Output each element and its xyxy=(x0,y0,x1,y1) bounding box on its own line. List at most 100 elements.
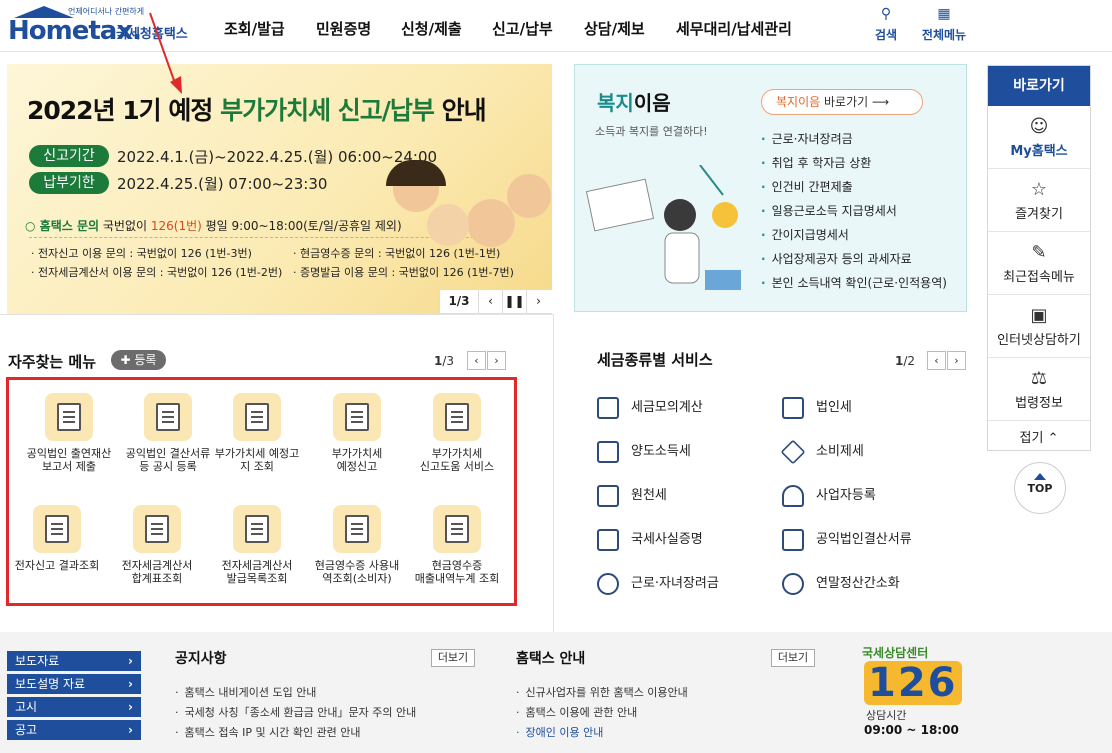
freq-item-einvoice-summary[interactable]: 전자세금계산서 합계표조회 xyxy=(107,505,207,585)
freq-next-button[interactable]: › xyxy=(487,351,506,370)
tax-corporate[interactable]: 법인세 xyxy=(782,396,852,419)
freq-item-receipt-consumer[interactable]: 현금영수증 사용내 역조회(소비자) xyxy=(307,505,407,585)
nav-apply[interactable]: 신청/제출 xyxy=(401,18,462,39)
user-icon: ☺ xyxy=(1029,116,1049,137)
gavel-icon: ⚖ xyxy=(1030,368,1048,389)
freq-item-line2: 지 조회 xyxy=(240,460,274,473)
contact-b: 평일 9:00~18:00(토/일/공휴일 제외) xyxy=(201,219,402,233)
freq-item-line1: 공익법인 결산서류 xyxy=(125,447,211,460)
tax-year-end[interactable]: 연말정산간소화 xyxy=(782,572,900,595)
footer-press-explain[interactable]: 보도설명 자료 xyxy=(7,674,141,694)
notice-item[interactable]: 홈택스 내비게이션 도입 안내 xyxy=(175,684,317,700)
quick-item-label: My홈택스 xyxy=(1010,144,1068,159)
freq-item-line2: 예정신고 xyxy=(336,460,378,473)
freq-prev-button[interactable]: ‹ xyxy=(467,351,486,370)
receipt-search-icon xyxy=(333,505,381,553)
nav-agent[interactable]: 세무대리/납세관리 xyxy=(676,18,792,39)
guide-more-button[interactable]: 더보기 xyxy=(771,649,815,667)
calculator-icon xyxy=(133,505,181,553)
welfare-item[interactable]: 간이지급명세서 xyxy=(761,223,947,247)
tax-withholding[interactable]: 원천세 xyxy=(597,484,667,507)
welfare-item[interactable]: 사업장제공자 등의 과세자료 xyxy=(761,247,947,271)
nav-counsel[interactable]: 상담/제보 xyxy=(584,18,645,39)
quick-favorites[interactable]: ☆ 즐겨찾기 xyxy=(988,169,1090,232)
period-text: 2022.4.1.(금)~2022.4.25.(월) 06:00~24:00 xyxy=(117,148,438,166)
freq-item-vat-notice[interactable]: 부가가치세 예정고 지 조회 xyxy=(207,393,307,473)
banner-line2-left: · 전자세금계산서 이용 문의 : 국번없이 126 (1번-2번) xyxy=(31,266,283,279)
main-banner[interactable]: 2022년 1기 예정 부가가치세 신고/납부 안내 신고기간 2022.4.1… xyxy=(7,64,552,314)
freq-item-public-report[interactable]: 공익법인 출연재산 보고서 제출 xyxy=(19,393,119,473)
notice-item[interactable]: 국세청 사칭「종소세 환급금 안내」문자 주의 안내 xyxy=(175,704,417,720)
quick-my-hometax[interactable]: ☺ My홈택스 xyxy=(988,106,1090,169)
guide-item[interactable]: 신규사업자를 위한 홈택스 이용안내 xyxy=(516,684,688,700)
tax-earned-income-credit[interactable]: 근로·자녀장려금 xyxy=(597,572,719,595)
freq-item-line2: 발급목록조회 xyxy=(226,572,288,585)
tax-service-title: 세금종류별 서비스 xyxy=(597,351,713,369)
tax-business-registration[interactable]: 사업자등록 xyxy=(782,484,876,507)
welfare-go-a: 복지이음 xyxy=(776,95,821,109)
welfare-illustration xyxy=(585,165,741,290)
nav-certificate[interactable]: 민원증명 xyxy=(316,18,371,39)
freq-item-receipt-sales[interactable]: 현금영수증 매출내역누계 조회 xyxy=(407,505,507,585)
welfare-item[interactable]: 근로·자녀장려금 xyxy=(761,127,947,151)
quick-menu: 바로가기 ☺ My홈택스 ☆ 즐겨찾기 ✎ 최근접속메뉴 ▣ 인터넷상담하기 ⚖ 법령정보… xyxy=(987,65,1091,451)
tax-transfer-income[interactable]: 양도소득세 xyxy=(597,440,691,463)
notice-title: 공지사항 xyxy=(175,651,227,667)
search-icon: ⚲ xyxy=(880,6,892,22)
freq-item-vat-filing[interactable]: 부가가치세 예정신고 xyxy=(307,393,407,473)
quick-fold-button[interactable]: 접기 ⌃ xyxy=(988,421,1090,446)
period-badge: 신고기간 xyxy=(29,145,109,167)
notice-item[interactable]: 홈택스 접속 IP 및 시간 확인 관련 안내 xyxy=(175,724,361,740)
banner-prev-button[interactable]: ‹ xyxy=(478,290,502,313)
all-menu-button[interactable]: ▦ 전체메뉴 xyxy=(918,6,970,43)
freq-item-line1: 부가가치세 예정고 xyxy=(214,447,300,460)
freq-item-efile-result[interactable]: 전자신고 결과조회 xyxy=(7,505,107,572)
quick-online-counsel[interactable]: ▣ 인터넷상담하기 xyxy=(988,295,1090,358)
freq-item-vat-help[interactable]: 부가가치세 신고도움 서비스 xyxy=(407,393,507,473)
guide-item[interactable]: 홈택스 이용에 관한 안내 xyxy=(516,704,638,720)
top-button[interactable]: TOP xyxy=(1014,462,1066,514)
welfare-item[interactable]: 본인 소득내역 확인(근로·인적용역) xyxy=(761,271,947,295)
footer-announce[interactable]: 공고 xyxy=(7,720,141,740)
nav-inquiry[interactable]: 조회/발급 xyxy=(224,18,285,39)
freq-item-public-disclosure[interactable]: 공익법인 결산서류 등 공시 등록 xyxy=(118,393,218,473)
tax-prev-button[interactable]: ‹ xyxy=(927,351,946,370)
banner-title-highlight: 부가가치세 신고/납부 xyxy=(220,96,435,125)
tax-next-button[interactable]: › xyxy=(947,351,966,370)
search-button[interactable]: ⚲ 검색 xyxy=(861,6,911,43)
calendar-edit-icon xyxy=(144,393,192,441)
tax-item-label: 근로·자녀장려금 xyxy=(631,576,719,591)
banner-pager: 1/3 ‹ ❚❚ › xyxy=(439,289,552,314)
welfare-item[interactable]: 취업 후 학자금 상환 xyxy=(761,151,947,175)
welfare-item[interactable]: 일용근로소득 지급명세서 xyxy=(761,199,947,223)
tax-public-settlement[interactable]: 공익법인결산서류 xyxy=(782,528,912,551)
nav-report-pay[interactable]: 신고/납부 xyxy=(492,18,553,39)
tax-item-label: 공익법인결산서류 xyxy=(816,532,912,547)
footer-notice-gosi[interactable]: 고시 xyxy=(7,697,141,717)
welfare-item[interactable]: 인건비 간편제출 xyxy=(761,175,947,199)
freq-register-button[interactable]: ✚ 등록 xyxy=(111,350,166,370)
tax-item-label: 양도소득세 xyxy=(631,444,691,459)
year-end-icon xyxy=(782,572,804,595)
center-hours: 09:00 ~ 18:00 xyxy=(864,723,959,737)
guide-item[interactable]: 장애인 이용 안내 xyxy=(516,724,604,740)
tax-consumption[interactable]: 소비제세 xyxy=(780,439,864,464)
banner-pause-button[interactable]: ❚❚ xyxy=(502,290,526,313)
freq-item-einvoice-list[interactable]: 전자세금계산서 발급목록조회 xyxy=(207,505,307,585)
divider xyxy=(0,314,553,315)
freq-menu-title: 자주찾는 메뉴 xyxy=(8,353,97,371)
banner-next-button[interactable]: › xyxy=(526,290,550,313)
welfare-go-button[interactable]: 복지이음 바로가기 ⟶ xyxy=(761,89,923,115)
tax-item-label: 원천세 xyxy=(631,488,667,503)
freq-pager-total: /3 xyxy=(442,354,455,368)
notice-more-button[interactable]: 더보기 xyxy=(431,649,475,667)
center-title: 국세상담센터 xyxy=(862,646,929,660)
quick-recent[interactable]: ✎ 최근접속메뉴 xyxy=(988,232,1090,295)
vat-document-icon xyxy=(333,393,381,441)
divider xyxy=(553,314,554,632)
welfare-panel[interactable]: 복지이음 소득과 복지를 연결하다! 복지이음 바로가기 ⟶ 근로·자녀장려금 … xyxy=(574,64,967,312)
tax-mock-calc[interactable]: 세금모의계산 xyxy=(597,396,703,419)
tax-fact-certificate[interactable]: 국세사실증명 xyxy=(597,528,703,551)
quick-law[interactable]: ⚖ 법령정보 xyxy=(988,358,1090,421)
footer-press-release[interactable]: 보도자료 xyxy=(7,651,141,671)
